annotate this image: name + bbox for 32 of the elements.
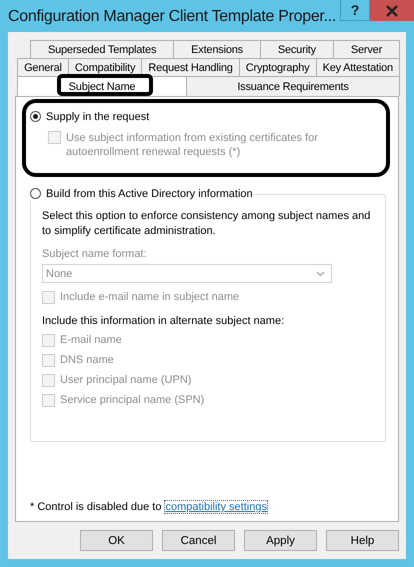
close-icon: [386, 4, 398, 16]
section-heading: Include this information in alternate subject name:: [42, 315, 286, 327]
tab[interactable]: Issuance Requirements: [186, 76, 400, 96]
radio-button[interactable]: [30, 111, 41, 122]
field-label: Subject name format:: [42, 248, 148, 260]
dialog-button[interactable]: Cancel: [162, 530, 235, 551]
compatibility-link[interactable]: compatibility settings: [165, 501, 267, 513]
description-text: Select this option to enforce consistency among subject names and to simplify certificate administration.: [42, 209, 371, 239]
checkbox-label: User principal name (UPN): [60, 373, 192, 387]
dialog-button[interactable]: Help: [326, 530, 399, 551]
checkbox-label: Use subject information from existing certificates for autoenrollment renewal requests (*): [66, 131, 319, 159]
close-button[interactable]: [370, 0, 414, 21]
help-button[interactable]: ?: [340, 0, 370, 21]
dialog-button[interactable]: Apply: [244, 530, 317, 551]
window-title: Configuration Manager Client Template Proper...: [8, 7, 336, 27]
checkbox-label: Service principal name (SPN): [60, 393, 204, 407]
tab[interactable]: Superseded Templates: [30, 40, 174, 58]
dialog-button[interactable]: OK: [80, 530, 153, 551]
option-label: Supply in the request: [46, 110, 150, 124]
tab[interactable]: Cryptography: [238, 58, 316, 76]
tab[interactable]: Server: [332, 40, 400, 58]
tab[interactable]: Key Attestation: [316, 58, 400, 76]
caret-icon: [316, 270, 325, 276]
checkbox-label: Include e-mail name in subject name: [60, 290, 240, 304]
tab[interactable]: General: [17, 58, 69, 76]
checkbox-label: E-mail name: [60, 333, 122, 347]
option-label: Build from this Active Directory information: [46, 187, 253, 201]
footnote-text: * Control is disabled due to: [30, 501, 162, 513]
radio-button[interactable]: [30, 188, 41, 199]
tab[interactable]: Security: [260, 40, 334, 58]
checkbox-label: DNS name: [60, 353, 114, 367]
tab[interactable]: Request Handling: [141, 58, 240, 76]
